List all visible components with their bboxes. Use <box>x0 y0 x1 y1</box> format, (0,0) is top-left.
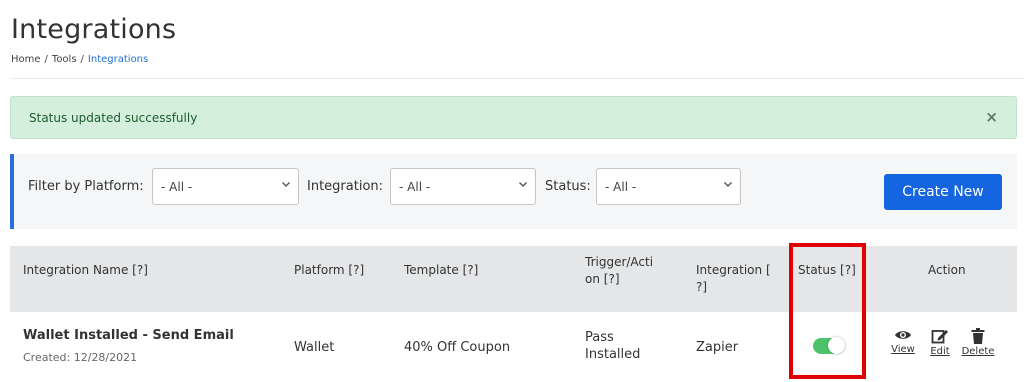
column-header-integration-line1: Integration [ <box>696 263 771 277</box>
success-alert: Status updated successfully × <box>10 96 1017 139</box>
integration-select[interactable]: - All - <box>390 168 536 205</box>
template-cell: 40% Off Coupon <box>404 340 511 355</box>
breadcrumb-current[interactable]: Integrations <box>88 54 148 65</box>
breadcrumb: Home / Tools / Integrations <box>11 54 148 65</box>
column-header-trigger-line2: on [?] <box>585 272 620 286</box>
column-header-name[interactable]: Integration Name [?] <box>23 262 148 279</box>
breadcrumb-tools[interactable]: Tools <box>52 54 77 65</box>
platform-cell: Wallet <box>294 340 335 355</box>
column-header-integration[interactable]: Integration [ ?] <box>696 262 771 296</box>
chevron-down-icon <box>518 179 528 192</box>
status-select-value: - All - <box>605 180 637 194</box>
status-select[interactable]: - All - <box>596 168 741 205</box>
created-date: Created: 12/28/2021 <box>23 351 138 364</box>
integration-name[interactable]: Wallet Installed - Send Email <box>23 327 234 344</box>
integration-cell: Zapier <box>696 340 739 355</box>
eye-icon <box>890 328 916 342</box>
column-header-action: Action <box>928 263 966 277</box>
header-divider <box>11 78 1024 79</box>
platform-select-value: - All - <box>161 180 193 194</box>
chevron-down-icon <box>281 179 291 192</box>
create-new-button[interactable]: Create New <box>884 174 1002 210</box>
trash-icon <box>961 328 995 344</box>
column-header-platform[interactable]: Platform [?] <box>294 262 364 279</box>
close-icon[interactable]: × <box>985 108 998 126</box>
view-label: View <box>891 344 915 355</box>
alert-message: Status updated successfully <box>29 111 198 125</box>
trigger-line1: Pass <box>585 330 614 345</box>
column-header-trigger-line1: Trigger/Acti <box>585 255 654 269</box>
trigger-cell: Pass Installed <box>585 329 640 363</box>
edit-icon <box>928 328 952 344</box>
column-header-template[interactable]: Template [?] <box>404 262 478 279</box>
integration-filter-label: Integration: <box>307 179 384 194</box>
chevron-down-icon <box>723 179 733 192</box>
delete-label: Delete <box>961 346 995 357</box>
breadcrumb-separator: / <box>44 54 48 65</box>
status-column-highlight <box>789 243 866 379</box>
breadcrumb-home[interactable]: Home <box>11 54 41 65</box>
platform-filter-label: Filter by Platform: <box>28 179 144 194</box>
platform-select[interactable]: - All - <box>152 168 299 205</box>
column-header-integration-line2: ?] <box>696 280 708 294</box>
view-action[interactable]: View <box>890 328 916 355</box>
edit-action[interactable]: Edit <box>928 328 952 357</box>
column-header-trigger[interactable]: Trigger/Acti on [?] <box>585 254 653 288</box>
trigger-line2: Installed <box>585 347 641 362</box>
filter-bar: Filter by Platform: - All - Integration:… <box>10 154 1017 229</box>
delete-action[interactable]: Delete <box>961 328 995 357</box>
status-filter-label: Status: <box>545 179 591 194</box>
integration-select-value: - All - <box>399 180 431 194</box>
breadcrumb-separator: / <box>80 54 84 65</box>
page-title: Integrations <box>11 14 177 45</box>
edit-label: Edit <box>930 346 950 357</box>
